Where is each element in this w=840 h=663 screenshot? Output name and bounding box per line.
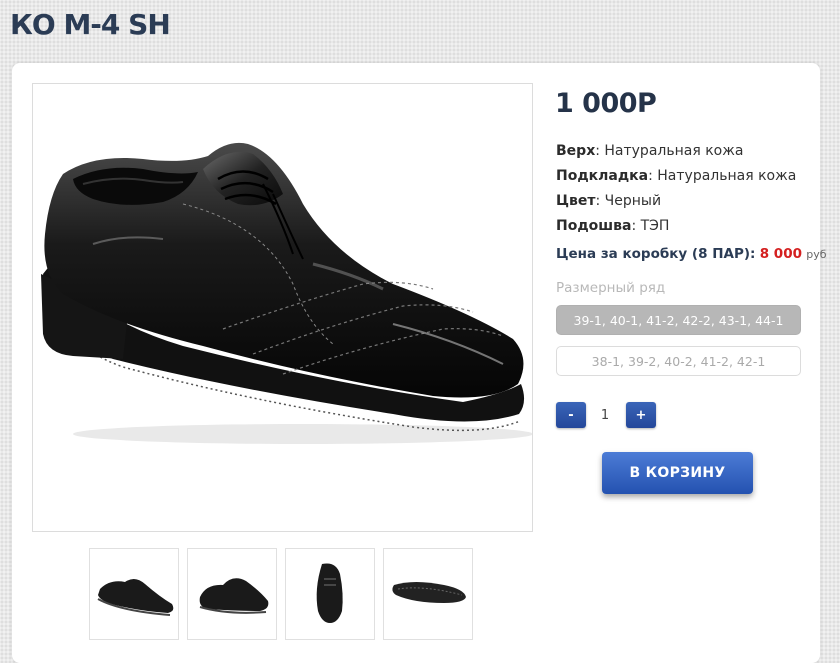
shoe-top-view-icon <box>316 563 343 623</box>
shoe-image <box>41 142 532 444</box>
product-price: 1 000Р <box>555 88 657 119</box>
spec-lining: Подкладка: Натуральная кожа <box>556 168 796 184</box>
shoe-side-view-icon <box>97 578 174 616</box>
box-price-currency: руб <box>806 248 827 261</box>
thumbnail-1[interactable] <box>89 548 179 640</box>
shoe-front-angle-icon <box>199 578 269 614</box>
spec-color: Цвет: Черный <box>556 193 661 209</box>
product-main-image[interactable] <box>32 83 533 532</box>
thumbnail-4[interactable] <box>383 548 473 640</box>
spec-label: Подошва <box>556 218 632 234</box>
size-option-2[interactable]: 38-1, 39-2, 40-2, 41-2, 42-1 <box>556 346 801 376</box>
size-range-label: Размерный ряд <box>556 280 666 296</box>
size-option-1[interactable]: 39-1, 40-1, 41-2, 42-2, 43-1, 44-1 <box>556 305 801 335</box>
spec-value: : Натуральная кожа <box>595 143 744 159</box>
quantity-plus-button[interactable]: + <box>626 402 656 428</box>
spec-label: Подкладка <box>556 168 649 184</box>
spec-value: : Черный <box>595 193 662 209</box>
thumbnail-3[interactable] <box>285 548 375 640</box>
page-title: КО М-4 SH <box>10 8 171 41</box>
shoe-sole-view-icon <box>392 582 466 603</box>
quantity-minus-button[interactable]: - <box>556 402 586 428</box>
spec-sole: Подошва: ТЭП <box>556 218 669 234</box>
box-price: Цена за коробку (8 ПАР): 8 000 руб <box>556 246 827 262</box>
add-to-cart-button[interactable]: В КОРЗИНУ <box>602 452 753 494</box>
spec-label: Цвет <box>556 193 596 209</box>
spec-value: : ТЭП <box>631 218 670 234</box>
spec-label: Верх <box>556 143 596 159</box>
quantity-input[interactable] <box>590 402 620 428</box>
box-price-value: 8 000 <box>759 246 802 262</box>
box-price-label: Цена за коробку (8 ПАР): <box>556 246 756 262</box>
spec-upper: Верх: Натуральная кожа <box>556 143 743 159</box>
spec-value: : Натуральная кожа <box>648 168 797 184</box>
thumbnail-2[interactable] <box>187 548 277 640</box>
